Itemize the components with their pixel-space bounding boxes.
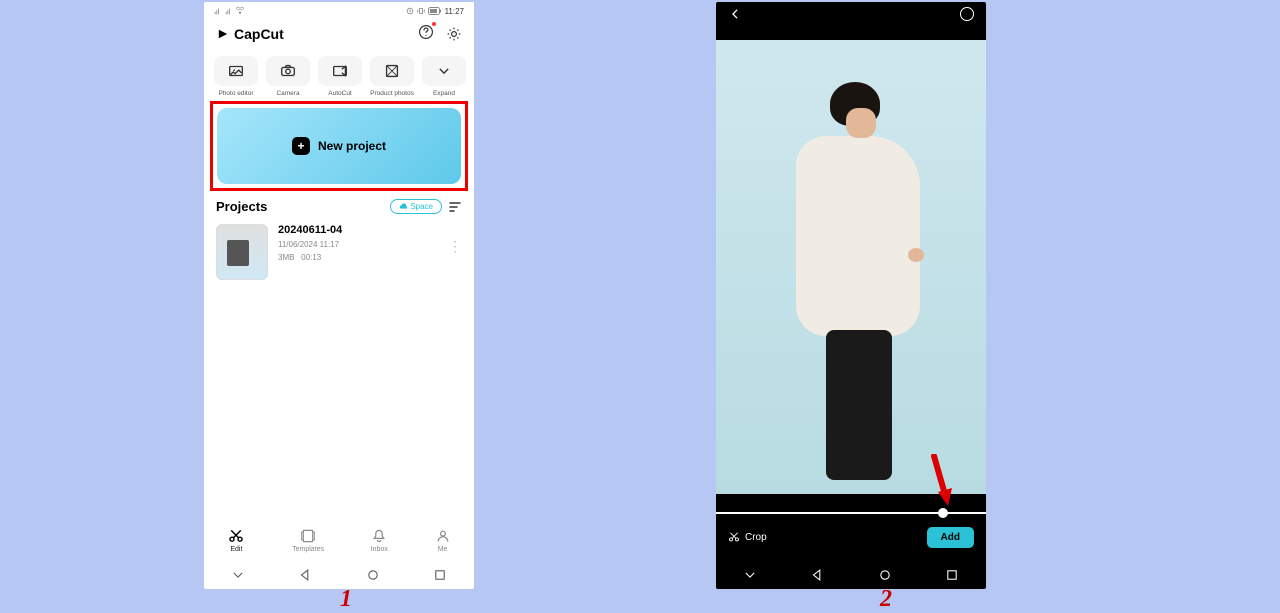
help-icon — [418, 24, 434, 40]
phone-screen-2: Crop Add — [716, 2, 986, 589]
bell-icon — [371, 528, 387, 544]
project-info: 3MB 00:13 — [278, 253, 438, 262]
sysnav-back[interactable] — [298, 568, 312, 582]
media-picker-header — [716, 2, 986, 26]
app-name: CapCut — [234, 26, 284, 42]
nav-label: Inbox — [371, 546, 388, 553]
status-time: 11:27 — [445, 7, 464, 16]
space-label: Space — [410, 202, 433, 211]
select-circle[interactable] — [960, 7, 974, 21]
status-right: 11:27 — [406, 7, 464, 16]
help-button[interactable] — [418, 24, 434, 45]
product-photos-icon — [383, 62, 401, 80]
app-logo: CapCut — [216, 26, 284, 42]
sysnav-chevron-down[interactable] — [231, 568, 245, 582]
crop-row: Crop Add — [716, 522, 986, 552]
photo-editor-icon — [227, 62, 245, 80]
nav-inbox[interactable]: Inbox — [371, 528, 388, 553]
video-subject — [786, 82, 926, 472]
tool-label: Product photos — [370, 90, 414, 97]
sysnav-home[interactable] — [878, 568, 892, 582]
scissors-icon — [728, 531, 740, 543]
autocut-icon — [331, 62, 349, 80]
phone-screen-1: 11:27 CapCut Photo editor Camera AutoCut — [204, 2, 474, 589]
chevron-down-icon — [437, 64, 451, 78]
project-thumbnail — [216, 224, 268, 280]
templates-icon — [300, 528, 316, 544]
system-nav — [716, 561, 986, 589]
tool-product-photos[interactable]: Product photos — [370, 56, 414, 97]
add-button[interactable]: Add — [927, 527, 974, 548]
vibrate-icon — [417, 7, 425, 15]
project-item[interactable]: 20240611-04 11/06/2024 11:17 3MB 00:13 ⋮ — [204, 216, 474, 288]
tools-row: Photo editor Camera AutoCut Product phot… — [204, 48, 474, 97]
sysnav-recent[interactable] — [945, 568, 959, 582]
signal-icon — [214, 7, 222, 15]
projects-header: Projects Space — [204, 197, 474, 216]
nav-label: Me — [438, 546, 448, 553]
battery-icon — [428, 7, 442, 15]
bottom-nav: Edit Templates Inbox Me — [204, 519, 474, 561]
project-name: 20240611-04 — [278, 224, 438, 236]
tool-camera[interactable]: Camera — [266, 56, 310, 97]
crop-button[interactable]: Crop — [728, 531, 767, 543]
video-preview[interactable] — [716, 40, 986, 494]
system-nav — [204, 561, 474, 589]
project-more-button[interactable]: ⋮ — [448, 224, 462, 255]
tool-label: Photo editor — [218, 90, 253, 97]
app-header: CapCut — [204, 20, 474, 48]
highlight-box: + New project — [210, 101, 468, 191]
back-button[interactable] — [728, 7, 742, 21]
tool-photo-editor[interactable]: Photo editor — [214, 56, 258, 97]
annotation-caption-2: 2 — [880, 586, 892, 613]
crop-label: Crop — [745, 532, 767, 543]
person-icon — [435, 528, 451, 544]
settings-button[interactable] — [446, 26, 462, 42]
camera-icon — [279, 62, 297, 80]
nav-me[interactable]: Me — [435, 528, 451, 553]
wifi-icon — [236, 7, 244, 15]
space-button[interactable]: Space — [390, 199, 442, 214]
notification-dot — [432, 22, 436, 26]
signal-icon — [225, 7, 233, 15]
add-label: Add — [941, 532, 960, 543]
tool-label: Camera — [276, 90, 299, 97]
new-project-label: New project — [318, 139, 386, 153]
new-project-button[interactable]: + New project — [217, 108, 461, 184]
capcut-logo-icon — [216, 27, 230, 41]
sysnav-back[interactable] — [810, 568, 824, 582]
tool-label: Expand — [433, 90, 455, 97]
nav-templates[interactable]: Templates — [292, 528, 324, 553]
status-left — [214, 7, 244, 15]
sysnav-chevron-down[interactable] — [743, 568, 757, 582]
sort-button[interactable] — [448, 201, 462, 213]
cloud-icon — [399, 203, 407, 211]
scissors-icon — [227, 528, 245, 544]
project-date: 11/06/2024 11:17 — [278, 240, 438, 249]
annotation-caption-1: 1 — [340, 586, 352, 613]
sysnav-home[interactable] — [366, 568, 380, 582]
nav-label: Templates — [292, 546, 324, 553]
alarm-icon — [406, 7, 414, 15]
tool-label: AutoCut — [328, 90, 352, 97]
nav-label: Edit — [230, 546, 242, 553]
nav-edit[interactable]: Edit — [227, 528, 245, 553]
projects-title: Projects — [216, 199, 267, 214]
tool-expand[interactable]: Expand — [422, 56, 466, 97]
status-bar: 11:27 — [204, 2, 474, 20]
plus-icon: + — [292, 137, 310, 155]
sysnav-recent[interactable] — [433, 568, 447, 582]
tool-autocut[interactable]: AutoCut — [318, 56, 362, 97]
annotation-arrow — [928, 454, 952, 512]
